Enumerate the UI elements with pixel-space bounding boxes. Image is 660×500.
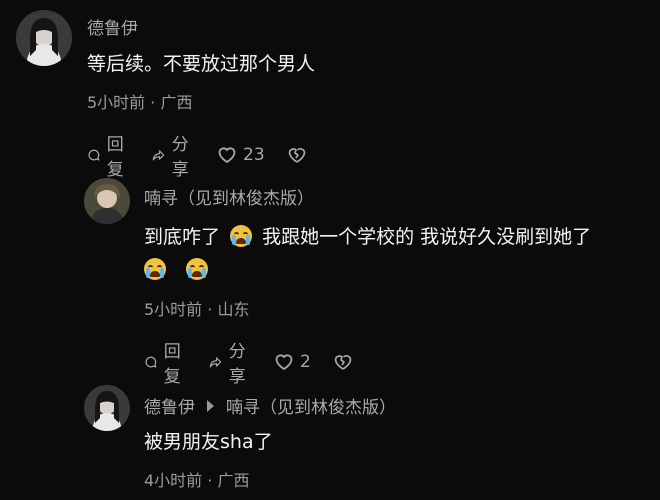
heart-icon xyxy=(275,354,293,371)
share-button[interactable]: 分享 xyxy=(152,130,195,180)
comment-text-part-2: 我跟她一个学校的 我说好久没刷到她了 xyxy=(262,226,592,248)
comment-text-part-1: 到底咋了 xyxy=(144,226,221,248)
comment-text: 等后续。不要放过那个男人 xyxy=(87,53,316,75)
share-label: 分享 xyxy=(171,135,189,180)
broken-heart-icon xyxy=(288,148,305,163)
broken-heart-icon xyxy=(334,355,352,370)
comment-bubble-icon xyxy=(145,356,157,368)
avatar[interactable] xyxy=(16,10,72,66)
comment-actions: 回复 分享 23 xyxy=(87,130,329,180)
username[interactable]: 德鲁伊 xyxy=(87,14,138,39)
comment-text: 被男朋友sha了 xyxy=(144,431,273,453)
loudly-crying-face-emoji xyxy=(230,225,253,247)
share-button[interactable]: 分享 xyxy=(209,337,252,387)
like-button[interactable]: 2 xyxy=(274,352,311,372)
loudly-crying-face-emoji xyxy=(144,258,166,280)
like-count: 2 xyxy=(300,352,311,372)
reply-header: 德鲁伊 喃寻（见到林俊杰版） xyxy=(144,393,396,418)
username[interactable]: 德鲁伊 xyxy=(144,393,195,418)
username[interactable]: 喃寻（见到林俊杰版） xyxy=(144,184,314,209)
share-label: 分享 xyxy=(228,342,246,387)
comment-actions: 回复 分享 2 xyxy=(144,337,375,387)
loudly-crying-face-emoji xyxy=(186,258,209,280)
reply-to-username[interactable]: 喃寻（见到林俊杰版） xyxy=(226,393,396,418)
avatar[interactable] xyxy=(84,178,130,224)
like-count: 23 xyxy=(243,145,265,165)
dislike-button[interactable] xyxy=(333,352,353,372)
share-arrow-icon xyxy=(209,357,222,368)
comment-emoji-line xyxy=(144,252,212,288)
timestamp-location: 4小时前 · 广西 xyxy=(144,471,250,490)
comment-text: 到底咋了 我跟她一个学校的 我说好久没刷到她了 xyxy=(144,219,591,255)
heart-icon xyxy=(218,147,236,164)
reply-button[interactable]: 回复 xyxy=(144,337,187,387)
avatar[interactable] xyxy=(84,385,130,431)
reply-label: 回复 xyxy=(163,342,181,387)
dislike-button[interactable] xyxy=(287,145,307,165)
like-button[interactable]: 23 xyxy=(217,145,265,165)
reply-label: 回复 xyxy=(106,135,124,180)
timestamp-location: 5小时前 · 山东 xyxy=(144,300,250,319)
comment-bubble-icon xyxy=(88,149,100,161)
reply-button[interactable]: 回复 xyxy=(87,130,130,180)
reply-arrow-icon xyxy=(207,399,214,412)
timestamp-location: 5小时前 · 广西 xyxy=(87,93,193,112)
share-arrow-icon xyxy=(152,150,165,161)
